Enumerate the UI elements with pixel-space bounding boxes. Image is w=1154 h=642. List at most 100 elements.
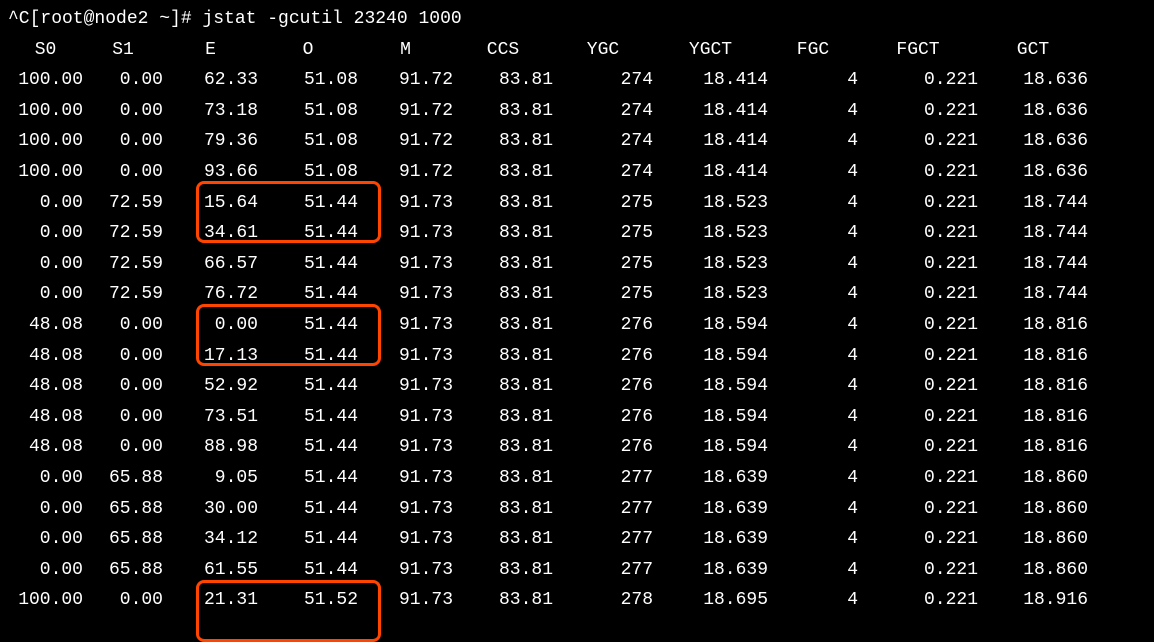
table-cell: 4 xyxy=(768,341,858,372)
table-cell: 0.221 xyxy=(858,249,978,280)
header-fgct: FGCT xyxy=(858,35,978,66)
table-cell: 91.73 xyxy=(358,188,453,219)
table-cell: 91.73 xyxy=(358,494,453,525)
table-cell: 18.916 xyxy=(978,585,1088,616)
table-cell: 277 xyxy=(553,494,653,525)
table-cell: 30.00 xyxy=(163,494,258,525)
table-cell: 0.00 xyxy=(163,310,258,341)
table-row: 48.080.0052.9251.4491.7383.8127618.59440… xyxy=(8,371,1146,402)
table-cell: 274 xyxy=(553,126,653,157)
table-cell: 4 xyxy=(768,157,858,188)
table-cell: 51.44 xyxy=(258,341,358,372)
table-cell: 91.73 xyxy=(358,279,453,310)
table-cell: 52.92 xyxy=(163,371,258,402)
table-cell: 18.744 xyxy=(978,218,1088,249)
table-cell: 18.414 xyxy=(653,96,768,127)
table-cell: 18.523 xyxy=(653,249,768,280)
table-cell: 0.00 xyxy=(8,494,83,525)
table-cell: 4 xyxy=(768,218,858,249)
table-cell: 0.00 xyxy=(8,249,83,280)
table-cell: 100.00 xyxy=(8,65,83,96)
table-cell: 0.00 xyxy=(8,463,83,494)
table-cell: 0.00 xyxy=(83,157,163,188)
table-cell: 4 xyxy=(768,524,858,555)
table-cell: 0.221 xyxy=(858,463,978,494)
table-row: 0.0072.5915.6451.4491.7383.8127518.52340… xyxy=(8,188,1146,219)
table-cell: 0.221 xyxy=(858,432,978,463)
table-cell: 0.221 xyxy=(858,555,978,586)
table-cell: 18.414 xyxy=(653,126,768,157)
table-cell: 4 xyxy=(768,65,858,96)
table-cell: 0.221 xyxy=(858,585,978,616)
table-cell: 91.72 xyxy=(358,157,453,188)
table-cell: 0.00 xyxy=(83,65,163,96)
table-cell: 51.44 xyxy=(258,555,358,586)
table-row: 0.0065.8861.5551.4491.7383.8127718.63940… xyxy=(8,555,1146,586)
table-cell: 51.08 xyxy=(258,157,358,188)
table-row: 100.000.0062.3351.0891.7283.8127418.4144… xyxy=(8,65,1146,96)
table-cell: 61.55 xyxy=(163,555,258,586)
table-header-row: S0 S1 E O M CCS YGC YGCT FGC FGCT GCT xyxy=(8,35,1146,66)
table-cell: 91.73 xyxy=(358,402,453,433)
table-row: 0.0072.5934.6151.4491.7383.8127518.52340… xyxy=(8,218,1146,249)
table-cell: 0.00 xyxy=(83,402,163,433)
table-cell: 72.59 xyxy=(83,279,163,310)
table-cell: 83.81 xyxy=(453,432,553,463)
header-m: M xyxy=(358,35,453,66)
table-cell: 277 xyxy=(553,463,653,494)
table-cell: 51.44 xyxy=(258,279,358,310)
table-cell: 100.00 xyxy=(8,585,83,616)
table-cell: 51.44 xyxy=(258,249,358,280)
table-cell: 18.816 xyxy=(978,310,1088,341)
table-cell: 34.12 xyxy=(163,524,258,555)
table-cell: 83.81 xyxy=(453,218,553,249)
table-cell: 276 xyxy=(553,310,653,341)
table-cell: 51.52 xyxy=(258,585,358,616)
table-cell: 83.81 xyxy=(453,585,553,616)
table-cell: 274 xyxy=(553,157,653,188)
table-cell: 91.72 xyxy=(358,96,453,127)
header-ygc: YGC xyxy=(553,35,653,66)
table-cell: 18.523 xyxy=(653,188,768,219)
table-cell: 34.61 xyxy=(163,218,258,249)
table-cell: 91.73 xyxy=(358,555,453,586)
table-cell: 18.414 xyxy=(653,157,768,188)
table-cell: 0.221 xyxy=(858,494,978,525)
table-cell: 18.636 xyxy=(978,96,1088,127)
table-cell: 91.73 xyxy=(358,585,453,616)
table-cell: 79.36 xyxy=(163,126,258,157)
table-cell: 72.59 xyxy=(83,218,163,249)
table-cell: 274 xyxy=(553,65,653,96)
table-cell: 18.816 xyxy=(978,341,1088,372)
table-cell: 276 xyxy=(553,341,653,372)
table-cell: 0.00 xyxy=(83,96,163,127)
header-o: O xyxy=(258,35,358,66)
table-cell: 4 xyxy=(768,585,858,616)
table-cell: 274 xyxy=(553,96,653,127)
table-cell: 66.57 xyxy=(163,249,258,280)
table-cell: 4 xyxy=(768,555,858,586)
command-prompt: ^C[root@node2 ~]# jstat -gcutil 23240 10… xyxy=(8,4,1146,35)
table-cell: 4 xyxy=(768,126,858,157)
table-cell: 0.221 xyxy=(858,157,978,188)
table-cell: 100.00 xyxy=(8,126,83,157)
table-cell: 73.18 xyxy=(163,96,258,127)
table-row: 48.080.0073.5151.4491.7383.8127618.59440… xyxy=(8,402,1146,433)
table-cell: 0.221 xyxy=(858,402,978,433)
table-cell: 76.72 xyxy=(163,279,258,310)
table-cell: 65.88 xyxy=(83,463,163,494)
table-cell: 91.73 xyxy=(358,218,453,249)
table-cell: 0.221 xyxy=(858,96,978,127)
table-cell: 48.08 xyxy=(8,371,83,402)
table-cell: 0.00 xyxy=(8,218,83,249)
table-cell: 51.44 xyxy=(258,371,358,402)
table-cell: 73.51 xyxy=(163,402,258,433)
table-cell: 88.98 xyxy=(163,432,258,463)
table-cell: 91.73 xyxy=(358,371,453,402)
table-row: 100.000.0079.3651.0891.7283.8127418.4144… xyxy=(8,126,1146,157)
table-cell: 83.81 xyxy=(453,402,553,433)
table-cell: 91.73 xyxy=(358,463,453,494)
table-cell: 18.816 xyxy=(978,402,1088,433)
table-cell: 83.81 xyxy=(453,157,553,188)
table-cell: 100.00 xyxy=(8,96,83,127)
